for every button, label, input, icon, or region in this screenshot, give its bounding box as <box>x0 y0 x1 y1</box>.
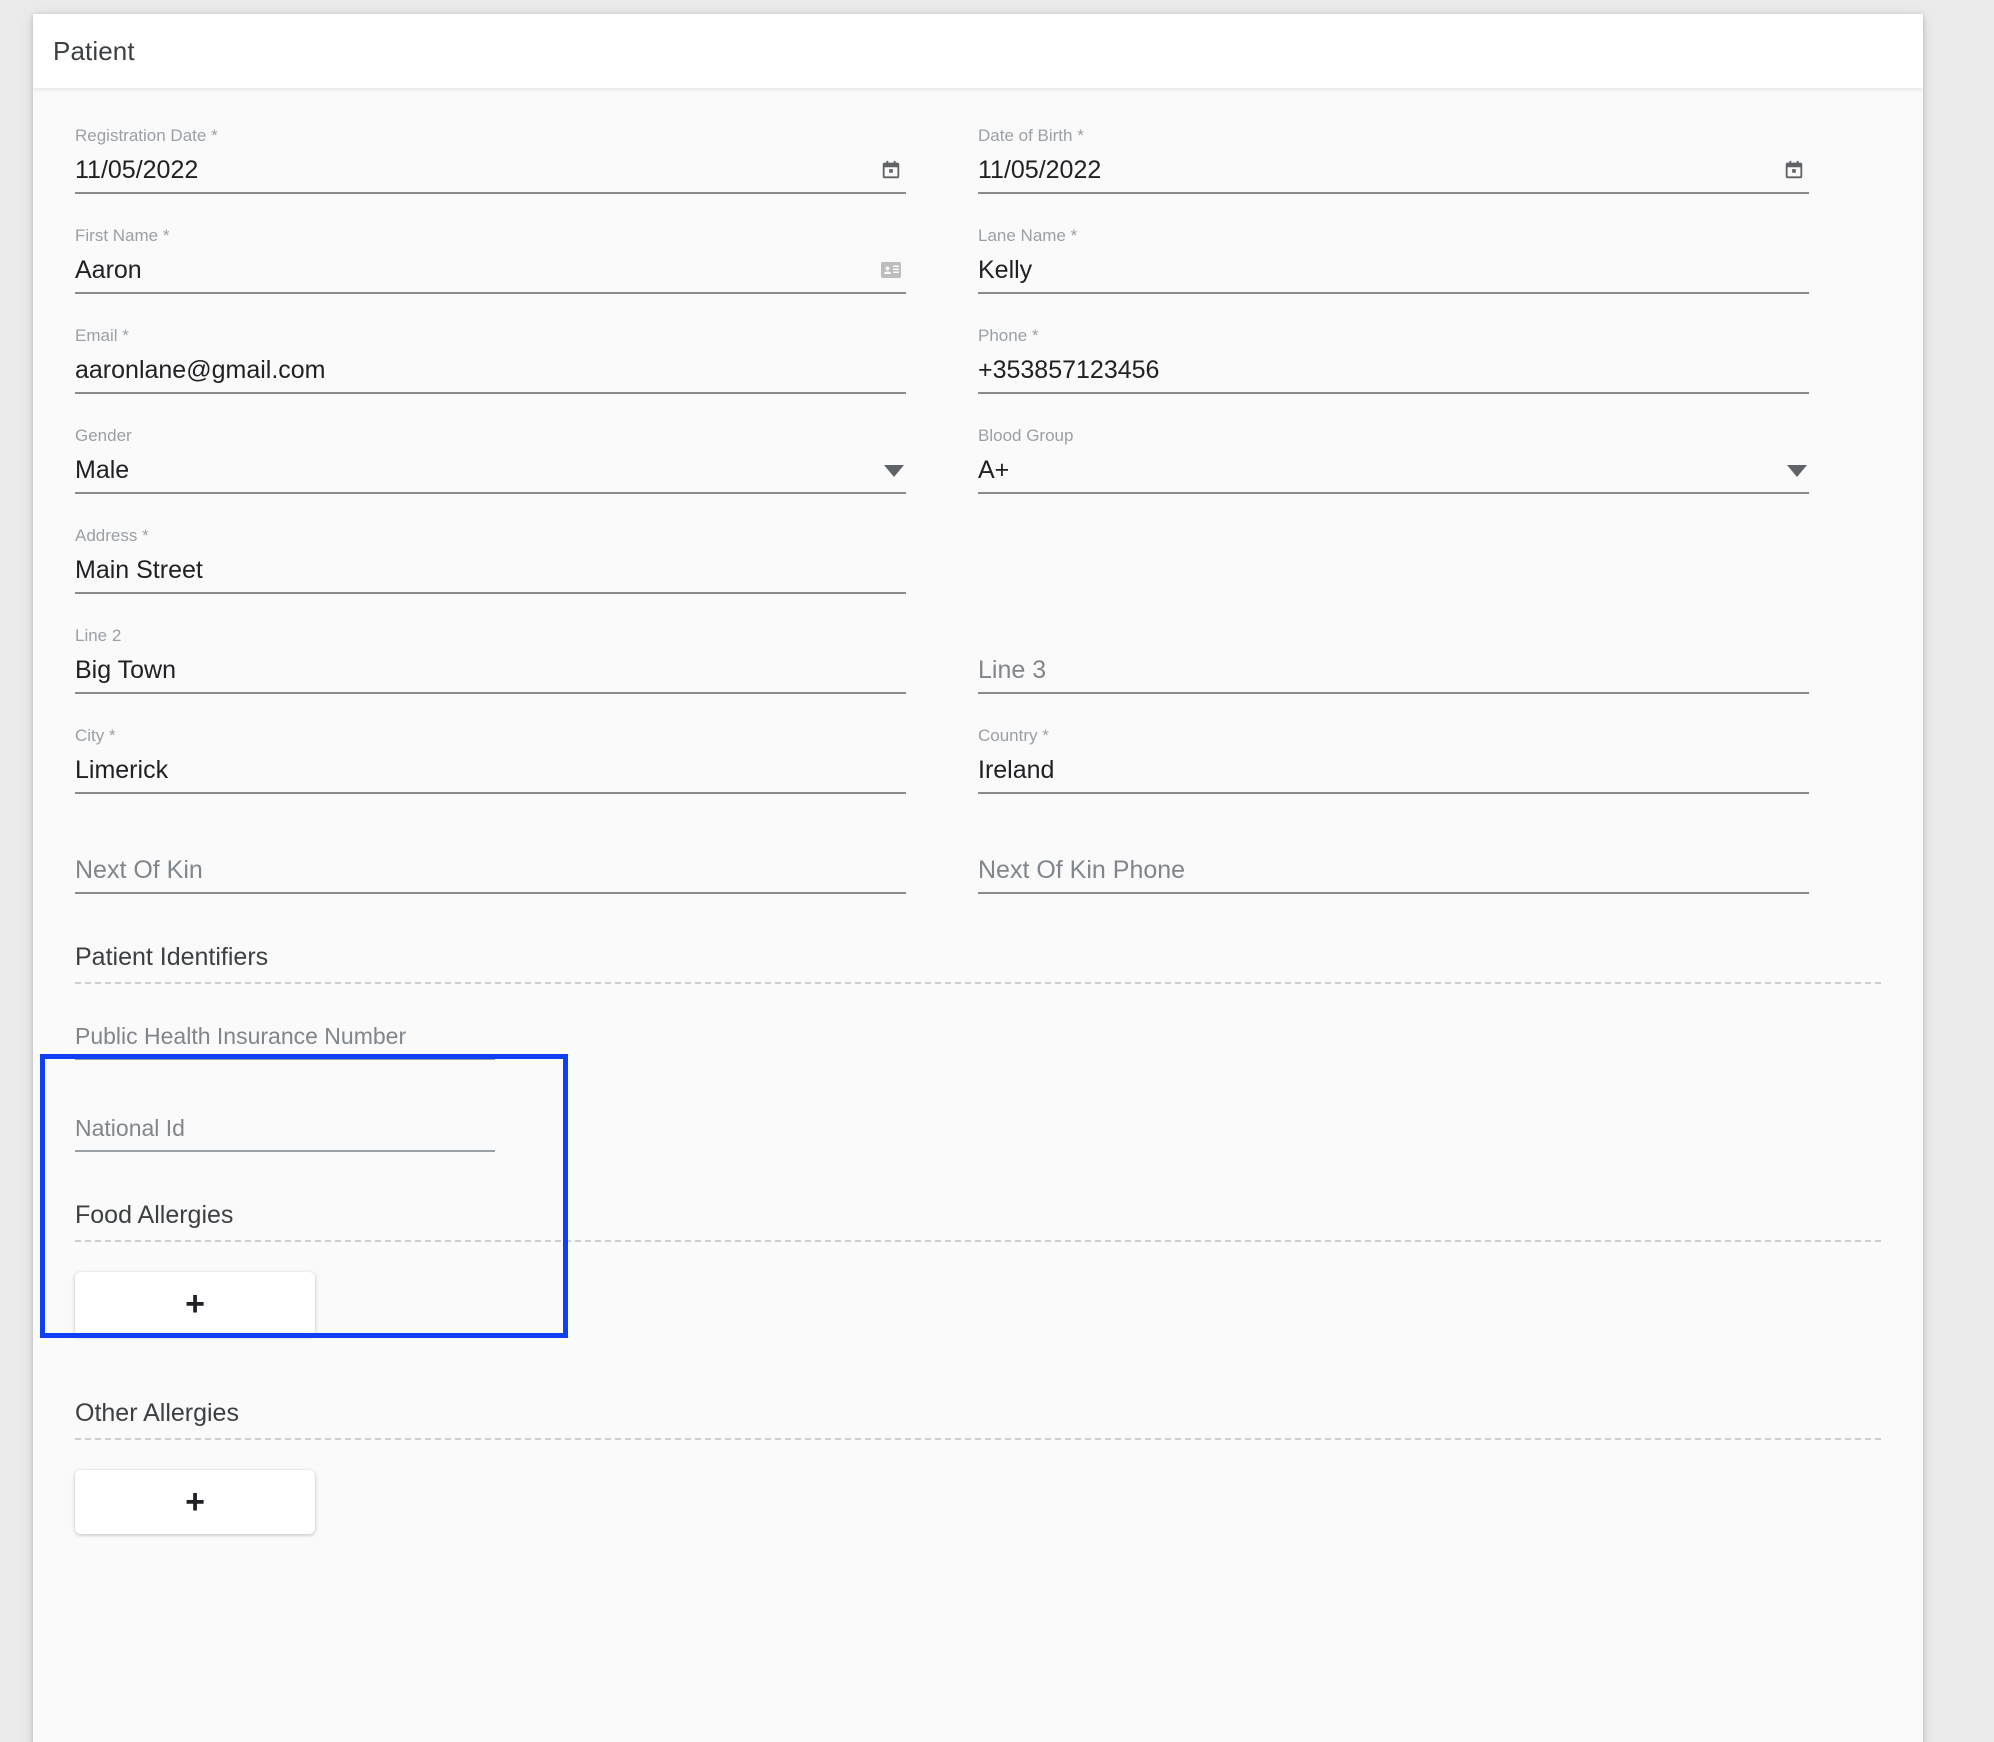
form-col-right: Phone * +353857123456 <box>978 316 1881 416</box>
section-food-allergies: Food Allergies + <box>33 1180 1923 1360</box>
first-name-value[interactable]: Aaron <box>75 254 876 286</box>
line2-value[interactable]: Big Town <box>75 654 906 686</box>
section-title: Food Allergies <box>75 1201 234 1229</box>
patient-form: Registration Date * 11/05/2022 Date of B… <box>33 88 1923 916</box>
national-id-placeholder[interactable]: National Id <box>75 1112 495 1144</box>
add-button-wrap: + <box>75 1470 1881 1558</box>
city-value[interactable]: Limerick <box>75 754 906 786</box>
form-row: Address * Main Street <box>75 516 1881 616</box>
form-col-right: Next Of Kin Phone <box>978 816 1881 916</box>
date-of-birth-field[interactable]: Date of Birth * 11/05/2022 <box>978 116 1809 194</box>
form-col-left: Next Of Kin <box>75 816 978 916</box>
section-divider <box>75 1438 1881 1440</box>
registration-date-value[interactable]: 11/05/2022 <box>75 154 876 186</box>
section-title: Other Allergies <box>75 1399 239 1427</box>
next-of-kin-field[interactable]: Next Of Kin <box>75 816 906 894</box>
form-col-left: Email * aaronlane@gmail.com <box>75 316 978 416</box>
line2-field[interactable]: Line 2 Big Town <box>75 616 906 694</box>
form-col-right <box>978 516 1881 616</box>
form-row: Registration Date * 11/05/2022 Date of B… <box>75 116 1881 216</box>
lane-name-value[interactable]: Kelly <box>978 254 1809 286</box>
line3-placeholder[interactable]: Line 3 <box>978 654 1809 686</box>
page-title: Patient <box>53 35 135 66</box>
contact-card-icon[interactable] <box>876 255 906 285</box>
phone-value[interactable]: +353857123456 <box>978 354 1809 386</box>
section-divider <box>75 1240 1881 1242</box>
form-row: First Name * Aaron Lane Name * Kelly <box>75 216 1881 316</box>
form-row: Line 2 Big Town Line 3 <box>75 616 1881 716</box>
form-col-left: Line 2 Big Town <box>75 616 978 716</box>
form-row: Email * aaronlane@gmail.com Phone * +353… <box>75 316 1881 416</box>
section-patient-identifiers: Patient Identifiers Public Health Insura… <box>33 922 1923 1152</box>
country-value[interactable]: Ireland <box>978 754 1809 786</box>
gender-select[interactable]: Gender Male <box>75 416 906 494</box>
next-of-kin-label <box>75 826 906 846</box>
public-health-insurance-number-field[interactable]: Public Health Insurance Number <box>75 1010 495 1060</box>
form-row: City * Limerick Country * Ireland <box>75 716 1881 816</box>
card-header: Patient <box>33 14 1923 88</box>
phone-field[interactable]: Phone * +353857123456 <box>978 316 1809 394</box>
first-name-field[interactable]: First Name * Aaron <box>75 216 906 294</box>
city-field[interactable]: City * Limerick <box>75 716 906 794</box>
form-col-left: Registration Date * 11/05/2022 <box>75 116 978 216</box>
blood-group-label: Blood Group <box>978 426 1074 445</box>
add-button-wrap: + <box>75 1272 1881 1360</box>
form-col-left: First Name * Aaron <box>75 216 978 316</box>
calendar-icon[interactable] <box>876 155 906 185</box>
form-row: Gender Male Blood Group A+ <box>75 416 1881 516</box>
add-other-allergy-button[interactable]: + <box>75 1470 315 1534</box>
gender-label: Gender <box>75 426 132 445</box>
email-label: Email * <box>75 326 129 345</box>
address-label: Address * <box>75 526 149 545</box>
date-of-birth-value[interactable]: 11/05/2022 <box>978 154 1779 186</box>
national-id-field[interactable]: National Id <box>75 1102 495 1152</box>
section-other-allergies: Other Allergies + <box>33 1378 1923 1558</box>
chevron-down-icon[interactable] <box>884 465 904 477</box>
address-value[interactable]: Main Street <box>75 554 906 586</box>
empty-slot <box>978 516 1809 594</box>
patient-card: Patient Registration Date * 11/05/2022 D… <box>33 14 1923 1742</box>
line2-label: Line 2 <box>75 626 122 645</box>
chevron-down-icon[interactable] <box>1787 465 1807 477</box>
section-title: Patient Identifiers <box>75 943 269 971</box>
country-field[interactable]: Country * Ireland <box>978 716 1809 794</box>
registration-date-field[interactable]: Registration Date * 11/05/2022 <box>75 116 906 194</box>
screenshot-viewport: Patient Registration Date * 11/05/2022 D… <box>0 0 1994 1742</box>
gender-value[interactable]: Male <box>75 454 884 486</box>
city-label: City * <box>75 726 116 745</box>
form-col-right: Lane Name * Kelly <box>978 216 1881 316</box>
form-col-right: Line 3 <box>978 616 1881 716</box>
blood-group-select[interactable]: Blood Group A+ <box>978 416 1809 494</box>
form-col-left: Gender Male <box>75 416 978 516</box>
address-field[interactable]: Address * Main Street <box>75 516 906 594</box>
blood-group-value[interactable]: A+ <box>978 454 1787 486</box>
card-body: Registration Date * 11/05/2022 Date of B… <box>33 88 1923 1558</box>
next-of-kin-placeholder[interactable]: Next Of Kin <box>75 854 906 886</box>
form-col-right: Date of Birth * 11/05/2022 <box>978 116 1881 216</box>
next-of-kin-phone-field[interactable]: Next Of Kin Phone <box>978 816 1809 894</box>
public-health-insurance-number-placeholder[interactable]: Public Health Insurance Number <box>75 1020 495 1052</box>
calendar-icon[interactable] <box>1779 155 1809 185</box>
next-of-kin-phone-placeholder[interactable]: Next Of Kin Phone <box>978 854 1809 886</box>
form-col-left: Address * Main Street <box>75 516 978 616</box>
form-col-right: Blood Group A+ <box>978 416 1881 516</box>
country-label: Country * <box>978 726 1049 745</box>
date-of-birth-label: Date of Birth * <box>978 126 1084 145</box>
lane-name-label: Lane Name * <box>978 226 1078 245</box>
next-of-kin-phone-label <box>978 826 1809 846</box>
add-food-allergy-button[interactable]: + <box>75 1272 315 1336</box>
email-value[interactable]: aaronlane@gmail.com <box>75 354 906 386</box>
form-row: Next Of Kin Next Of Kin Phone <box>75 816 1881 916</box>
registration-date-label: Registration Date * <box>75 126 218 145</box>
form-col-right: Country * Ireland <box>978 716 1881 816</box>
email-field[interactable]: Email * aaronlane@gmail.com <box>75 316 906 394</box>
section-fields: Public Health Insurance Number National … <box>75 984 1881 1152</box>
line3-label <box>978 626 1809 646</box>
first-name-label: First Name * <box>75 226 170 245</box>
lane-name-field[interactable]: Lane Name * Kelly <box>978 216 1809 294</box>
phone-label: Phone * <box>978 326 1039 345</box>
form-col-left: City * Limerick <box>75 716 978 816</box>
line3-field[interactable]: Line 3 <box>978 616 1809 694</box>
